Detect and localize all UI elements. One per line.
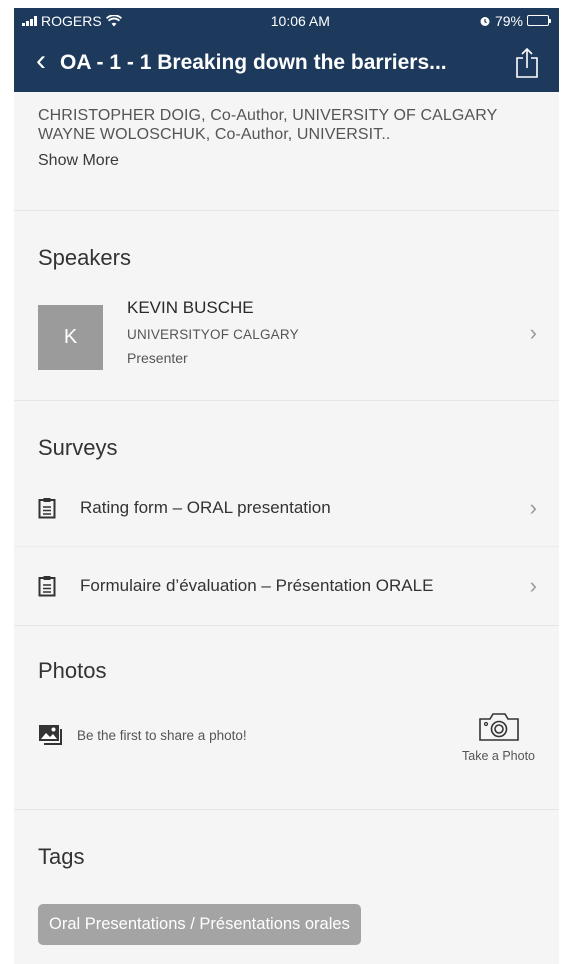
survey-label: Rating form – ORAL presentation xyxy=(80,497,331,517)
share-icon xyxy=(516,47,538,78)
back-button[interactable]: ‹ xyxy=(36,45,46,76)
photo-empty-state: Be the first to share a photo! xyxy=(38,724,247,746)
clipboard-icon xyxy=(38,497,56,518)
authors-section: CHRISTOPHER DOIG, Co-Author, UNIVERSITY … xyxy=(14,92,559,211)
battery-percent: 79% xyxy=(494,12,523,29)
app-screen: ROGERS 10:06 AM 79% ‹ OA - 1 - 1 Breakin… xyxy=(14,8,559,964)
survey-item-formulaire[interactable]: Formulaire d’évaluation – Présentation O… xyxy=(14,547,559,625)
photo-empty-text: Be the first to share a photo! xyxy=(77,727,247,743)
tag-chip[interactable]: Oral Presentations / Présentations orale… xyxy=(38,904,361,945)
camera-icon xyxy=(478,713,519,741)
nav-bar: ‹ OA - 1 - 1 Breaking down the barriers.… xyxy=(14,33,559,92)
status-right: 79% xyxy=(479,12,551,29)
session-title: OA - 1 - 1 Breaking down the barriers... xyxy=(60,50,447,74)
clipboard-icon xyxy=(38,576,56,597)
speakers-section: Speakers K KEVIN BUSCHE UNIVERSITYOF CAL… xyxy=(14,211,559,401)
photo-gallery-icon xyxy=(39,725,62,745)
speakers-heading: Speakers xyxy=(38,245,131,270)
take-photo-button[interactable]: Take a Photo xyxy=(462,712,535,763)
avatar: K xyxy=(38,305,103,370)
tags-heading: Tags xyxy=(38,844,85,869)
tags-section: Tags Oral Presentations / Présentations … xyxy=(14,810,559,964)
wifi-icon xyxy=(105,14,122,26)
survey-label: Formulaire d’évaluation – Présentation O… xyxy=(80,576,434,595)
alarm-icon xyxy=(480,16,490,26)
survey-list: Rating form – ORAL presentation › Formul… xyxy=(14,469,559,625)
authors-text: CHRISTOPHER DOIG, Co-Author, UNIVERSITY … xyxy=(38,107,498,143)
signal-icon xyxy=(22,15,37,26)
photos-section: Photos Be the first to share a photo! Ta… xyxy=(14,626,559,810)
status-bar: ROGERS 10:06 AM 79% xyxy=(14,8,559,33)
share-button[interactable] xyxy=(507,43,547,83)
speaker-name: KEVIN BUSCHE xyxy=(127,298,254,317)
photos-heading: Photos xyxy=(38,658,107,683)
speaker-organization: UNIVERSITYOF CALGARY xyxy=(127,327,299,342)
show-more-link[interactable]: Show More xyxy=(38,152,541,170)
chevron-right-icon: › xyxy=(529,573,537,598)
status-time: 10:06 AM xyxy=(270,12,330,29)
take-photo-label: Take a Photo xyxy=(462,749,535,763)
speaker-item[interactable]: K KEVIN BUSCHE UNIVERSITYOF CALGARY Pres… xyxy=(14,298,559,370)
survey-item-rating-form[interactable]: Rating form – ORAL presentation › xyxy=(14,469,559,547)
status-left: ROGERS xyxy=(22,13,122,29)
surveys-heading: Surveys xyxy=(38,435,118,460)
carrier-label: ROGERS xyxy=(41,12,102,29)
speaker-info: KEVIN BUSCHE UNIVERSITYOF CALGARY Presen… xyxy=(127,298,299,366)
battery-icon xyxy=(527,15,551,26)
speaker-role: Presenter xyxy=(127,350,188,366)
surveys-section: Surveys Rating form – ORAL presentation … xyxy=(14,401,559,626)
chevron-right-icon: › xyxy=(529,320,537,345)
chevron-right-icon: › xyxy=(529,495,537,520)
